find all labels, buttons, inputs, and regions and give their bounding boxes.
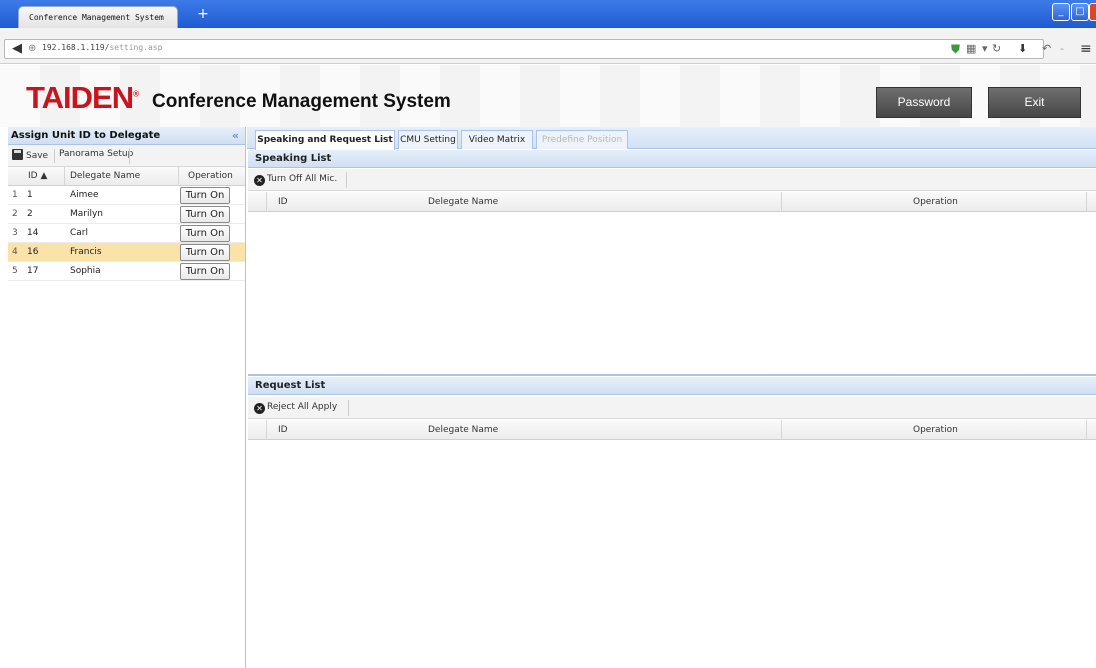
menu-icon[interactable]: ≡: [1080, 41, 1092, 57]
reload-icon[interactable]: ↻: [992, 41, 1001, 57]
password-change-button[interactable]: Password Change: [876, 87, 972, 138]
tab-bar: Speaking and Request List CMU Setting Vi…: [247, 127, 1096, 150]
maximize-icon[interactable]: □: [1071, 3, 1089, 21]
minimize-icon[interactable]: _: [1052, 3, 1070, 21]
delegate-name: Francis: [70, 247, 102, 257]
delegate-id: 14: [27, 228, 39, 238]
table-row[interactable]: 2 2 Marilyn Turn On: [8, 205, 245, 224]
column-operation: Operation: [913, 197, 958, 207]
turn-off-all-mic-label: Turn Off All Mic.: [267, 174, 338, 184]
disk-icon: [12, 149, 23, 160]
tab-cmu-setting[interactable]: CMU Setting: [398, 130, 458, 149]
turn-on-button[interactable]: Turn On: [180, 225, 230, 242]
exit-button[interactable]: Exit: [988, 87, 1081, 118]
registered-mark: ®: [133, 89, 139, 99]
dropdown-arrow-icon[interactable]: ▾: [982, 41, 988, 57]
table-row[interactable]: 3 14 Carl Turn On: [8, 224, 245, 243]
request-list-columns: ID Delegate Name Operation: [248, 420, 1096, 440]
turn-on-button[interactable]: Turn On: [180, 244, 230, 261]
new-tab-button[interactable]: +: [193, 6, 213, 22]
url-host: 192.168.1.119/: [42, 43, 110, 52]
save-button[interactable]: Save: [12, 149, 48, 161]
speaking-toolbar: ✕ Turn Off All Mic.: [248, 169, 1096, 191]
table-row[interactable]: 4 16 Francis Turn On: [8, 243, 245, 262]
column-delegate-name[interactable]: Delegate Name: [428, 425, 498, 435]
tab-predefine-position: Predefine Position: [536, 130, 628, 149]
close-icon[interactable]: [1089, 3, 1096, 21]
panel-splitter[interactable]: [248, 374, 1096, 376]
turn-off-all-mic-button[interactable]: ✕ Turn Off All Mic.: [254, 174, 337, 186]
column-divider: [266, 192, 267, 212]
toolbar-divider: [54, 149, 55, 163]
delegate-name: Marilyn: [70, 209, 104, 219]
panorama-setup-button[interactable]: Panorama Setup: [59, 149, 133, 159]
turn-on-button[interactable]: Turn On: [180, 263, 230, 280]
delegate-id: 16: [27, 247, 39, 257]
row-number: 3: [12, 228, 18, 238]
tab-speaking-and-request-list[interactable]: Speaking and Request List: [255, 130, 395, 150]
toolbar-divider: [348, 400, 349, 416]
collapse-icon[interactable]: «: [232, 129, 239, 142]
qr-code-icon[interactable]: ▦: [966, 41, 976, 57]
turn-on-button[interactable]: Turn On: [180, 187, 230, 204]
reject-all-apply-label: Reject All Apply: [267, 402, 338, 412]
column-id-sort[interactable]: ID ▲: [28, 171, 47, 181]
column-divider: [1086, 192, 1087, 212]
toolbar-divider: [129, 148, 130, 164]
delegate-grid-body: 1 1 Aimee Turn On 2 2 Marilyn Turn On 3 14 Carl Tur…: [8, 186, 245, 281]
column-divider: [64, 167, 65, 186]
panel-title: Assign Unit ID to Delegate: [11, 130, 161, 141]
table-row[interactable]: 5 17 Sophia Turn On: [8, 262, 245, 281]
assign-unit-panel: Assign Unit ID to Delegate « Save Panora…: [8, 127, 246, 668]
tab-video-matrix[interactable]: Video Matrix: [461, 130, 533, 149]
delegate-name: Aimee: [70, 190, 99, 200]
back-arrow-icon[interactable]: ◀: [9, 41, 25, 57]
column-divider: [781, 192, 782, 212]
history-icon[interactable]: ↶: [1042, 41, 1051, 57]
url-text[interactable]: 192.168.1.119/setting.asp: [42, 43, 162, 52]
browser-tab[interactable]: Conference Management System: [18, 6, 178, 28]
download-icon[interactable]: ⬇: [1018, 41, 1027, 57]
cancel-circle-icon: ✕: [254, 403, 265, 414]
save-label: Save: [26, 151, 49, 161]
request-toolbar: ✕ Reject All Apply: [248, 397, 1096, 419]
delegate-id: 17: [27, 266, 39, 276]
table-row[interactable]: 1 1 Aimee Turn On: [8, 186, 245, 205]
row-number: 2: [12, 209, 18, 219]
shield-icon[interactable]: ⛊: [951, 41, 960, 57]
logo-text: TAIDEN: [26, 80, 134, 115]
panel-toolbar: Save Panorama Setup: [8, 145, 245, 167]
panel-header: Assign Unit ID to Delegate «: [8, 127, 245, 145]
delegate-grid-header: ID ▲ Delegate Name Operation: [8, 167, 245, 186]
column-divider: [266, 420, 267, 440]
speaking-list-header: Speaking List: [248, 150, 1096, 168]
column-divider: [178, 167, 179, 186]
delegate-name: Sophia: [70, 266, 101, 276]
column-delegate-name[interactable]: Delegate Name: [70, 171, 140, 181]
delegate-id: 2: [27, 209, 33, 219]
column-operation: Operation: [913, 425, 958, 435]
turn-on-button[interactable]: Turn On: [180, 206, 230, 223]
row-number: 4: [12, 247, 18, 257]
row-number: 5: [12, 266, 18, 276]
globe-icon: ⊕: [28, 43, 37, 54]
app-title: Conference Management System: [152, 91, 451, 112]
column-id[interactable]: ID: [278, 197, 288, 207]
column-divider: [1086, 420, 1087, 440]
row-number: 1: [12, 190, 18, 200]
request-list-header: Request List: [248, 377, 1096, 395]
cancel-circle-icon: ✕: [254, 175, 265, 186]
url-path: setting.asp: [109, 43, 163, 52]
column-divider: [781, 420, 782, 440]
speaking-list-columns: ID Delegate Name Operation: [248, 192, 1096, 212]
column-operation: Operation: [188, 171, 233, 181]
reject-all-apply-button[interactable]: ✕ Reject All Apply: [254, 402, 337, 414]
delegate-name: Carl: [70, 228, 88, 238]
delegate-id: 1: [27, 190, 33, 200]
column-delegate-name[interactable]: Delegate Name: [428, 197, 498, 207]
column-id[interactable]: ID: [278, 425, 288, 435]
toolbar-divider: [346, 172, 347, 188]
taiden-logo: TAIDEN®: [26, 80, 139, 116]
history-dropdown-icon[interactable]: -: [1060, 41, 1064, 57]
